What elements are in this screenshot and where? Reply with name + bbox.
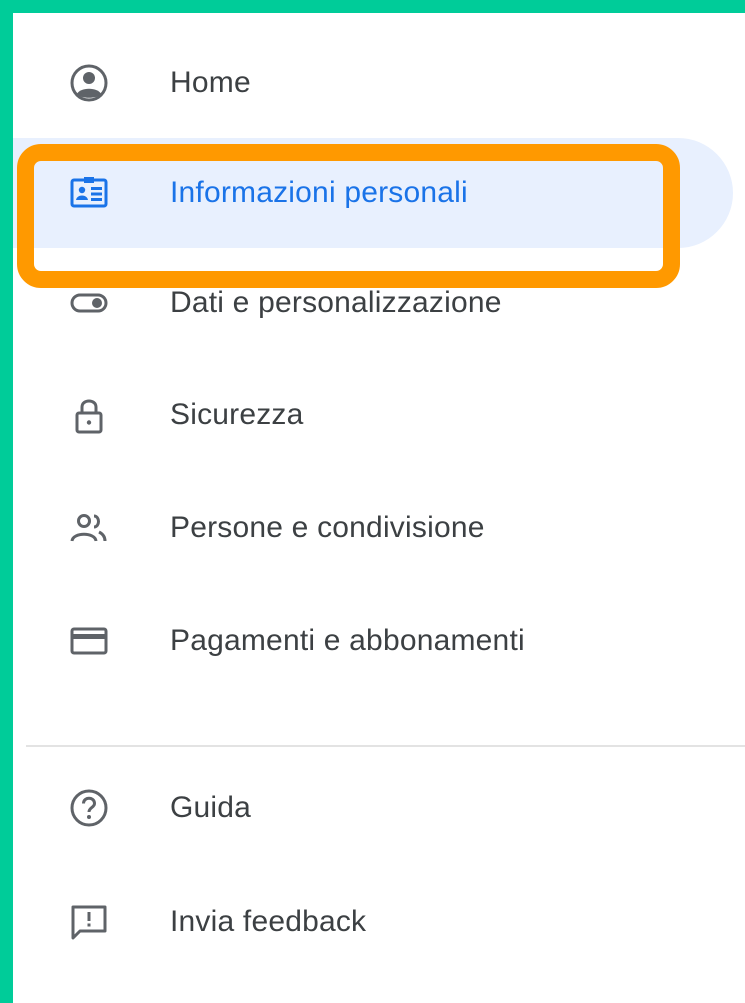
nav-item-label: Pagamenti e abbonamenti — [170, 624, 525, 657]
people-icon — [67, 506, 111, 550]
nav-item-security[interactable]: Sicurezza — [13, 370, 745, 460]
nav-item-home[interactable]: Home — [13, 38, 745, 128]
account-circle-icon — [67, 61, 111, 105]
nav-item-people-sharing[interactable]: Persone e condivisione — [13, 483, 745, 573]
help-icon — [67, 786, 111, 830]
nav-item-send-feedback[interactable]: Invia feedback — [13, 877, 745, 967]
nav-item-personal-info[interactable]: Informazioni personali — [13, 148, 745, 238]
nav-item-label: Informazioni personali — [170, 176, 468, 209]
nav-item-label: Dati e personalizzazione — [170, 286, 502, 319]
nav-item-label: Sicurezza — [170, 398, 304, 431]
id-card-icon — [67, 171, 111, 215]
divider — [26, 745, 745, 747]
nav-item-help[interactable]: Guida — [13, 763, 745, 853]
nav-item-label: Home — [170, 66, 251, 99]
nav-item-label: Invia feedback — [170, 905, 367, 938]
nav-item-label: Guida — [170, 791, 252, 824]
side-navigation: Home Informazioni personali Dati e perso… — [13, 13, 745, 1003]
toggle-icon — [67, 281, 111, 325]
nav-item-data-personalization[interactable]: Dati e personalizzazione — [13, 258, 745, 348]
lock-icon — [67, 393, 111, 437]
nav-item-label: Persone e condivisione — [170, 511, 485, 544]
nav-item-payments-subscriptions[interactable]: Pagamenti e abbonamenti — [13, 596, 745, 686]
feedback-icon — [67, 900, 111, 944]
credit-card-icon — [67, 619, 111, 663]
